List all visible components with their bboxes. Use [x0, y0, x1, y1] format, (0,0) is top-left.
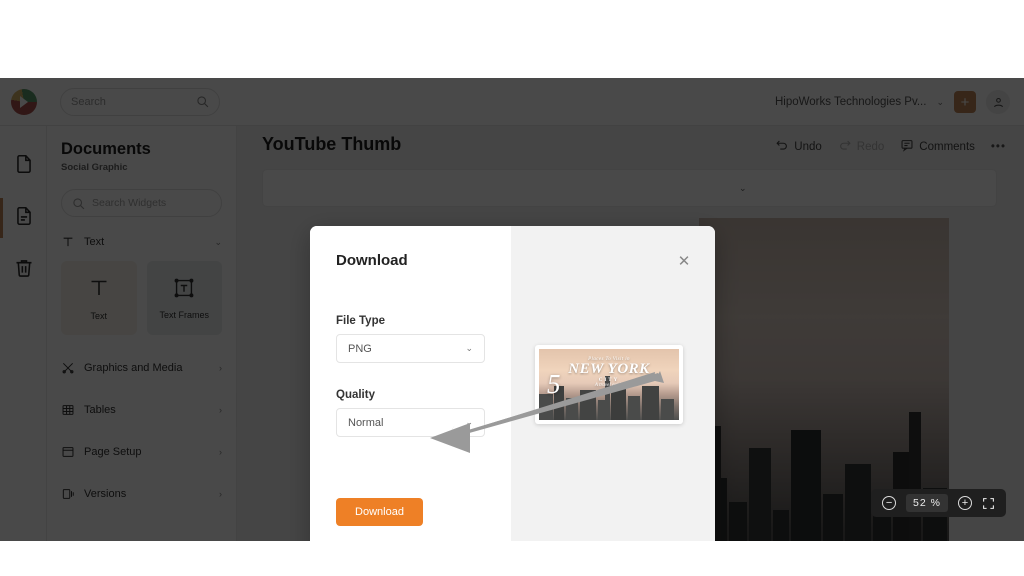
file-type-label: File Type: [336, 315, 385, 327]
zoom-level-value[interactable]: 52 %: [906, 494, 948, 512]
chevron-down-icon: ⌄: [465, 417, 473, 427]
modal-title: Download: [336, 252, 408, 269]
close-x-icon[interactable]: ✕: [675, 252, 693, 270]
download-submit-button[interactable]: Download: [336, 498, 423, 526]
quality-value: Normal: [348, 416, 384, 429]
fullscreen-expand-icon[interactable]: [982, 497, 995, 510]
modal-left-pane: Download File Type PNG ⌄ Quality Normal …: [310, 226, 511, 541]
preview-big-number: 5: [547, 369, 561, 399]
zoom-control: − 52 % +: [871, 489, 1006, 517]
export-preview-thumbnail: Places To Visit in NEW YORK CITY A trave…: [535, 345, 683, 424]
zoom-in-button[interactable]: +: [958, 496, 972, 510]
chevron-down-icon: ⌄: [465, 343, 473, 353]
preview-image: Places To Visit in NEW YORK CITY A trave…: [539, 349, 679, 420]
modal-right-pane: ✕ Places To Visit in NEW YORK CITY A tra…: [511, 226, 715, 541]
zoom-level-unit: %: [930, 497, 941, 509]
quality-select[interactable]: Normal ⌄: [336, 408, 485, 437]
download-modal: Download File Type PNG ⌄ Quality Normal …: [310, 226, 715, 541]
app-window: Search HipoWorks Technologies Pv... ⌄ +: [0, 78, 1024, 541]
file-type-value: PNG: [348, 342, 372, 355]
file-type-select[interactable]: PNG ⌄: [336, 334, 485, 363]
zoom-out-button[interactable]: −: [882, 496, 897, 510]
quality-label: Quality: [336, 389, 375, 401]
zoom-level-number: 52: [913, 497, 927, 509]
